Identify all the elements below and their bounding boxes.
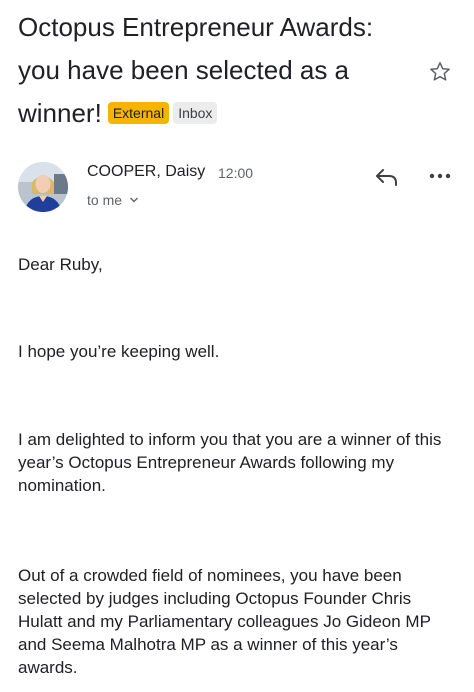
more-options-icon[interactable] — [428, 170, 452, 182]
external-label: External — [107, 102, 170, 124]
sender-name[interactable]: COOPER, Daisy — [87, 163, 205, 181]
email-subject: Octopus Entrepreneur Awards: you have be… — [18, 6, 418, 135]
greeting: Dear Ruby, — [18, 255, 103, 274]
body-paragraph: Out of a crowded field of nominees, you … — [18, 566, 431, 677]
star-icon[interactable] — [428, 60, 452, 84]
recipient-label: to me — [87, 192, 123, 208]
inbox-label[interactable]: Inbox — [173, 102, 218, 124]
body-paragraph: I hope you’re keeping well. — [18, 342, 220, 361]
email-time: 12:00 — [218, 165, 254, 181]
body-paragraph: I am delighted to inform you that you ar… — [18, 430, 442, 495]
recipient-dropdown[interactable]: to me — [87, 192, 139, 208]
reply-icon[interactable] — [374, 166, 400, 188]
chevron-down-icon — [129, 197, 138, 203]
sender-avatar[interactable] — [18, 162, 68, 212]
